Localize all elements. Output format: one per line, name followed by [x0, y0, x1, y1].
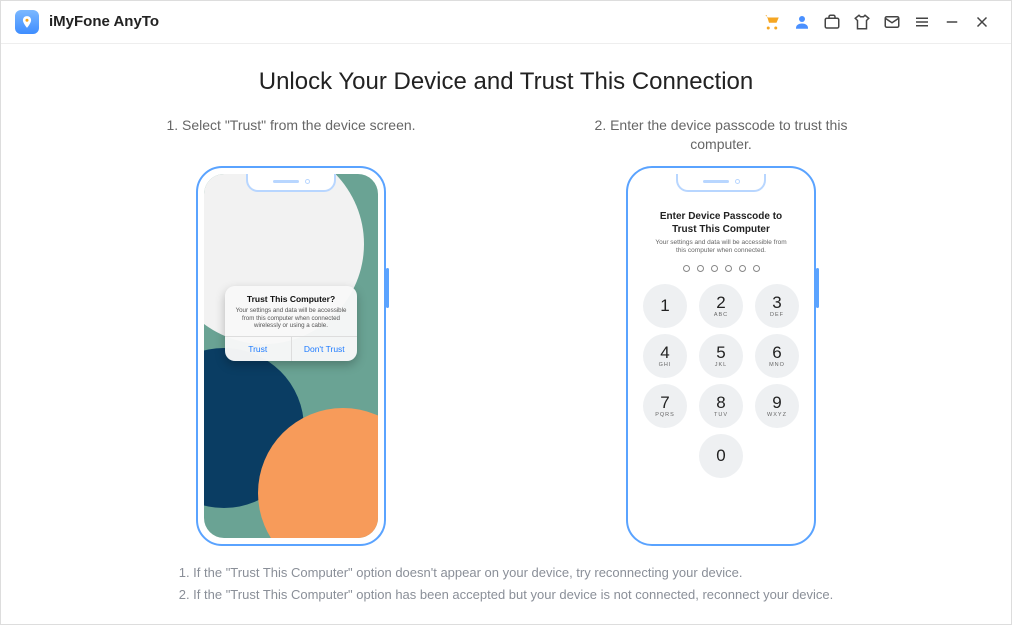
key-6: 6MNO	[755, 334, 799, 378]
footer-notes: 1. If the "Trust This Computer" option d…	[179, 562, 834, 606]
passcode-screen: Enter Device Passcode to Trust This Comp…	[634, 174, 808, 538]
trust-dialog-title: Trust This Computer?	[233, 294, 349, 304]
key-7: 7PQRS	[643, 384, 687, 428]
step-2-text: 2. Enter the device passcode to trust th…	[571, 116, 871, 158]
key-9: 9WXYZ	[755, 384, 799, 428]
phone-notch	[246, 174, 336, 192]
page-title: Unlock Your Device and Trust This Connec…	[259, 68, 754, 96]
key-8: 8TUV	[699, 384, 743, 428]
app-title: iMyFone AnyTo	[49, 13, 159, 30]
keypad: 1 2ABC 3DEF 4GHI 5JKL 6MNO 7PQRS 8TUV 9W…	[643, 284, 799, 478]
user-icon[interactable]	[787, 7, 817, 37]
step-1-text: 1. Select "Trust" from the device screen…	[166, 116, 415, 158]
key-2: 2ABC	[699, 284, 743, 328]
note-2: 2. If the "Trust This Computer" option h…	[179, 584, 834, 606]
phone-mock-passcode: Enter Device Passcode to Trust This Comp…	[626, 166, 816, 546]
trust-dialog: Trust This Computer? Your settings and d…	[225, 286, 357, 361]
app-logo	[15, 10, 39, 34]
step-2-column: 2. Enter the device passcode to trust th…	[571, 116, 871, 546]
dont-trust-button: Don't Trust	[291, 337, 358, 361]
close-button[interactable]	[967, 7, 997, 37]
titlebar: iMyFone AnyTo	[1, 1, 1011, 44]
key-5: 5JKL	[699, 334, 743, 378]
cart-icon[interactable]	[757, 7, 787, 37]
trust-dialog-body: Your settings and data will be accessibl…	[233, 307, 349, 330]
phone-side-button	[386, 268, 389, 308]
phone-notch	[676, 174, 766, 192]
key-0: 0	[699, 434, 743, 478]
passcode-dots	[683, 265, 760, 272]
passcode-subtitle: Your settings and data will be accessibl…	[651, 239, 791, 255]
note-1: 1. If the "Trust This Computer" option d…	[179, 562, 834, 584]
main-content: Unlock Your Device and Trust This Connec…	[1, 44, 1011, 624]
minimize-button[interactable]	[937, 7, 967, 37]
step-1-column: 1. Select "Trust" from the device screen…	[141, 116, 441, 546]
mail-icon[interactable]	[877, 7, 907, 37]
briefcase-icon[interactable]	[817, 7, 847, 37]
phone-side-button	[816, 268, 819, 308]
passcode-title: Enter Device Passcode to Trust This Comp…	[651, 210, 791, 236]
phone-mock-trust: Trust This Computer? Your settings and d…	[196, 166, 386, 546]
shirt-icon[interactable]	[847, 7, 877, 37]
key-3: 3DEF	[755, 284, 799, 328]
trust-button: Trust	[225, 337, 291, 361]
key-1: 1	[643, 284, 687, 328]
key-4: 4GHI	[643, 334, 687, 378]
menu-icon[interactable]	[907, 7, 937, 37]
